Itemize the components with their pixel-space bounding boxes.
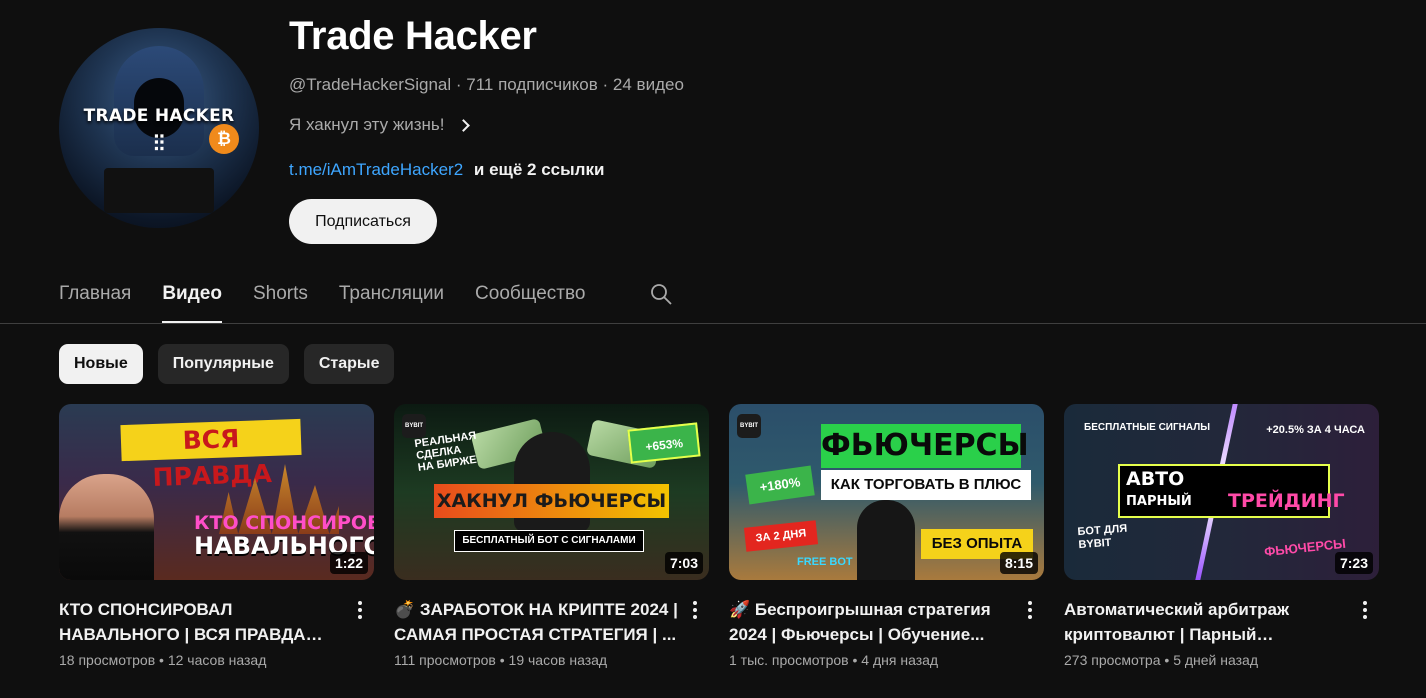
upload-age: 19 часов назад <box>508 652 608 668</box>
meta-dot: • <box>852 652 862 668</box>
video-duration: 1:22 <box>329 552 368 574</box>
video-title[interactable]: Автоматический арбитраж криптовалют | Па… <box>1064 597 1349 647</box>
meta-dot: • <box>1164 652 1174 668</box>
thumb-banner-word: ПАРНЫЙ <box>1126 494 1192 509</box>
subscribe-button[interactable]: Подписаться <box>289 199 437 244</box>
thumb-percent: +653% <box>627 422 701 464</box>
video-count: 24 видео <box>612 75 684 94</box>
channel-title: Trade Hacker <box>289 14 537 58</box>
bybit-logo-icon: BYBIT <box>737 414 761 438</box>
video-meta: 1 тыс. просмотров • 4 дня назад <box>729 652 1044 668</box>
thumb-note: РЕАЛЬНАЯ СДЕЛКА НА БИРЖЕ <box>413 429 478 474</box>
view-count: 111 просмотров <box>394 652 496 668</box>
video-duration: 8:15 <box>999 552 1038 574</box>
more-vert-icon[interactable] <box>350 598 370 622</box>
video-title[interactable]: 🚀 Беспроигрышная стратегия 2024 | Фьючер… <box>729 597 1014 647</box>
video-meta: 111 просмотров • 19 часов назад <box>394 652 709 668</box>
person-shape <box>857 500 915 580</box>
person-shape <box>59 474 154 580</box>
meta-separator: · <box>455 75 467 94</box>
thumb-percent: +180% <box>745 465 815 505</box>
video-grid: ВСЯ ПРАВДА КТО СПОНСИРОВАЛ НАВАЛЬНОГО 1:… <box>59 404 1379 668</box>
view-count: 1 тыс. просмотров <box>729 652 849 668</box>
view-count: 273 просмотра <box>1064 652 1161 668</box>
thumb-subtitle: КАК ТОРГОВАТЬ В ПЛЮС <box>821 470 1031 500</box>
tab-live[interactable]: Трансляции <box>339 264 444 323</box>
chevron-right-icon <box>456 119 470 132</box>
video-meta: 273 просмотра • 5 дней назад <box>1064 652 1379 668</box>
more-vert-icon[interactable] <box>1355 598 1375 622</box>
more-vert-icon[interactable] <box>1020 598 1040 622</box>
chip-popular[interactable]: Популярные <box>157 344 289 384</box>
upload-age: 4 дня назад <box>861 652 939 668</box>
avatar-brand-text: TRADE HACKER <box>83 106 235 126</box>
video-card[interactable]: BYBIT ФЬЮЧЕРСЫ КАК ТОРГОВАТЬ В ПЛЮС +180… <box>729 404 1044 668</box>
video-duration: 7:23 <box>1334 552 1373 574</box>
video-card[interactable]: БЕСПЛАТНЫЕ СИГНАЛЫ +20.5% ЗА 4 ЧАСА АВТО… <box>1064 404 1379 668</box>
bybit-logo-icon: BYBIT <box>402 414 426 438</box>
thumb-banner: АВТО ПАРНЫЙ ТРЕЙДИНГ <box>1118 464 1345 518</box>
video-meta: 18 просмотров • 12 часов назад <box>59 652 374 668</box>
subscriber-count: 711 подписчиков <box>466 75 598 94</box>
channel-meta: @TradeHackerSignal · 711 подписчиков · 2… <box>289 75 684 95</box>
video-duration: 7:03 <box>664 552 703 574</box>
channel-tabs: Главная Видео Shorts Трансляции Сообщест… <box>59 264 585 323</box>
thumb-period: ЗА 2 ДНЯ <box>743 520 819 552</box>
thumb-banner-word: АВТО <box>1126 468 1185 490</box>
tab-community[interactable]: Сообщество <box>475 264 585 323</box>
sort-chips: Новые Популярные Старые <box>59 344 395 384</box>
channel-description[interactable]: Я хакнул эту жизнь! <box>289 115 470 135</box>
video-card[interactable]: ВСЯ ПРАВДА КТО СПОНСИРОВАЛ НАВАЛЬНОГО 1:… <box>59 404 374 668</box>
tab-shorts[interactable]: Shorts <box>253 264 308 323</box>
meta-dot: • <box>159 652 168 668</box>
tabs-divider <box>0 323 1426 324</box>
channel-handle: @TradeHackerSignal <box>289 75 452 94</box>
search-icon[interactable] <box>649 282 673 306</box>
more-links[interactable]: и ещё 2 ссылки <box>474 160 605 179</box>
video-card[interactable]: BYBIT РЕАЛЬНАЯ СДЕЛКА НА БИРЖЕ +653% ХАК… <box>394 404 709 668</box>
thumb-bot-label: БОТ ДЛЯ BYBIT <box>1077 522 1128 552</box>
chip-newest[interactable]: Новые <box>59 344 143 384</box>
video-thumbnail[interactable]: BYBIT ФЬЮЧЕРСЫ КАК ТОРГОВАТЬ В ПЛЮС +180… <box>729 404 1044 580</box>
more-vert-icon[interactable] <box>685 598 705 622</box>
thumb-banner: ФЬЮЧЕРСЫ <box>821 424 1029 468</box>
upload-age: 5 дней назад <box>1173 652 1258 668</box>
laptop-shape <box>104 168 214 213</box>
video-title[interactable]: КТО СПОНСИРОВАЛ НАВАЛЬНОГО | ВСЯ ПРАВДА … <box>59 597 344 647</box>
meta-dot: • <box>499 652 509 668</box>
video-thumbnail[interactable]: БЕСПЛАТНЫЕ СИГНАЛЫ +20.5% ЗА 4 ЧАСА АВТО… <box>1064 404 1379 580</box>
meta-separator: · <box>602 75 613 94</box>
upload-age: 12 часов назад <box>167 652 267 668</box>
thumb-free-bot: FREE BOT <box>797 556 853 568</box>
video-title[interactable]: 💣 ЗАРАБОТОК НА КРИПТЕ 2024 | САМАЯ ПРОСТ… <box>394 597 679 647</box>
thumb-banner-word: ТРЕЙДИНГ <box>1228 490 1345 512</box>
video-thumbnail[interactable]: BYBIT РЕАЛЬНАЯ СДЕЛКА НА БИРЖЕ +653% ХАК… <box>394 404 709 580</box>
video-thumbnail[interactable]: ВСЯ ПРАВДА КТО СПОНСИРОВАЛ НАВАЛЬНОГО 1:… <box>59 404 374 580</box>
thumb-banner: ВСЯ ПРАВДА <box>120 418 302 492</box>
thumb-percent: +20.5% ЗА 4 ЧАСА <box>1266 424 1365 436</box>
tab-videos[interactable]: Видео <box>162 264 222 323</box>
channel-links: t.me/iAmTradeHacker2 и ещё 2 ссылки <box>289 160 604 180</box>
tab-home[interactable]: Главная <box>59 264 131 323</box>
thumb-tag: БЕСПЛАТНЫЙ БОТ С СИГНАЛАМИ <box>454 530 644 552</box>
avatar-logo-icon: ⫶⫶ <box>153 132 165 157</box>
view-count: 18 просмотров <box>59 652 156 668</box>
thumb-caption: КТО СПОНСИРОВАЛ <box>194 512 374 534</box>
thumb-signals: БЕСПЛАТНЫЕ СИГНАЛЫ <box>1084 422 1211 433</box>
chip-oldest[interactable]: Старые <box>303 344 395 384</box>
channel-link[interactable]: t.me/iAmTradeHacker2 <box>289 160 463 179</box>
bitcoin-icon: ₿ <box>209 124 239 154</box>
channel-avatar[interactable]: TRADE HACKER ⫶⫶ ₿ <box>59 28 259 228</box>
description-text: Я хакнул эту жизнь! <box>289 115 445 134</box>
thumb-banner: ХАКНУЛ ФЬЮЧЕРСЫ <box>434 484 669 518</box>
